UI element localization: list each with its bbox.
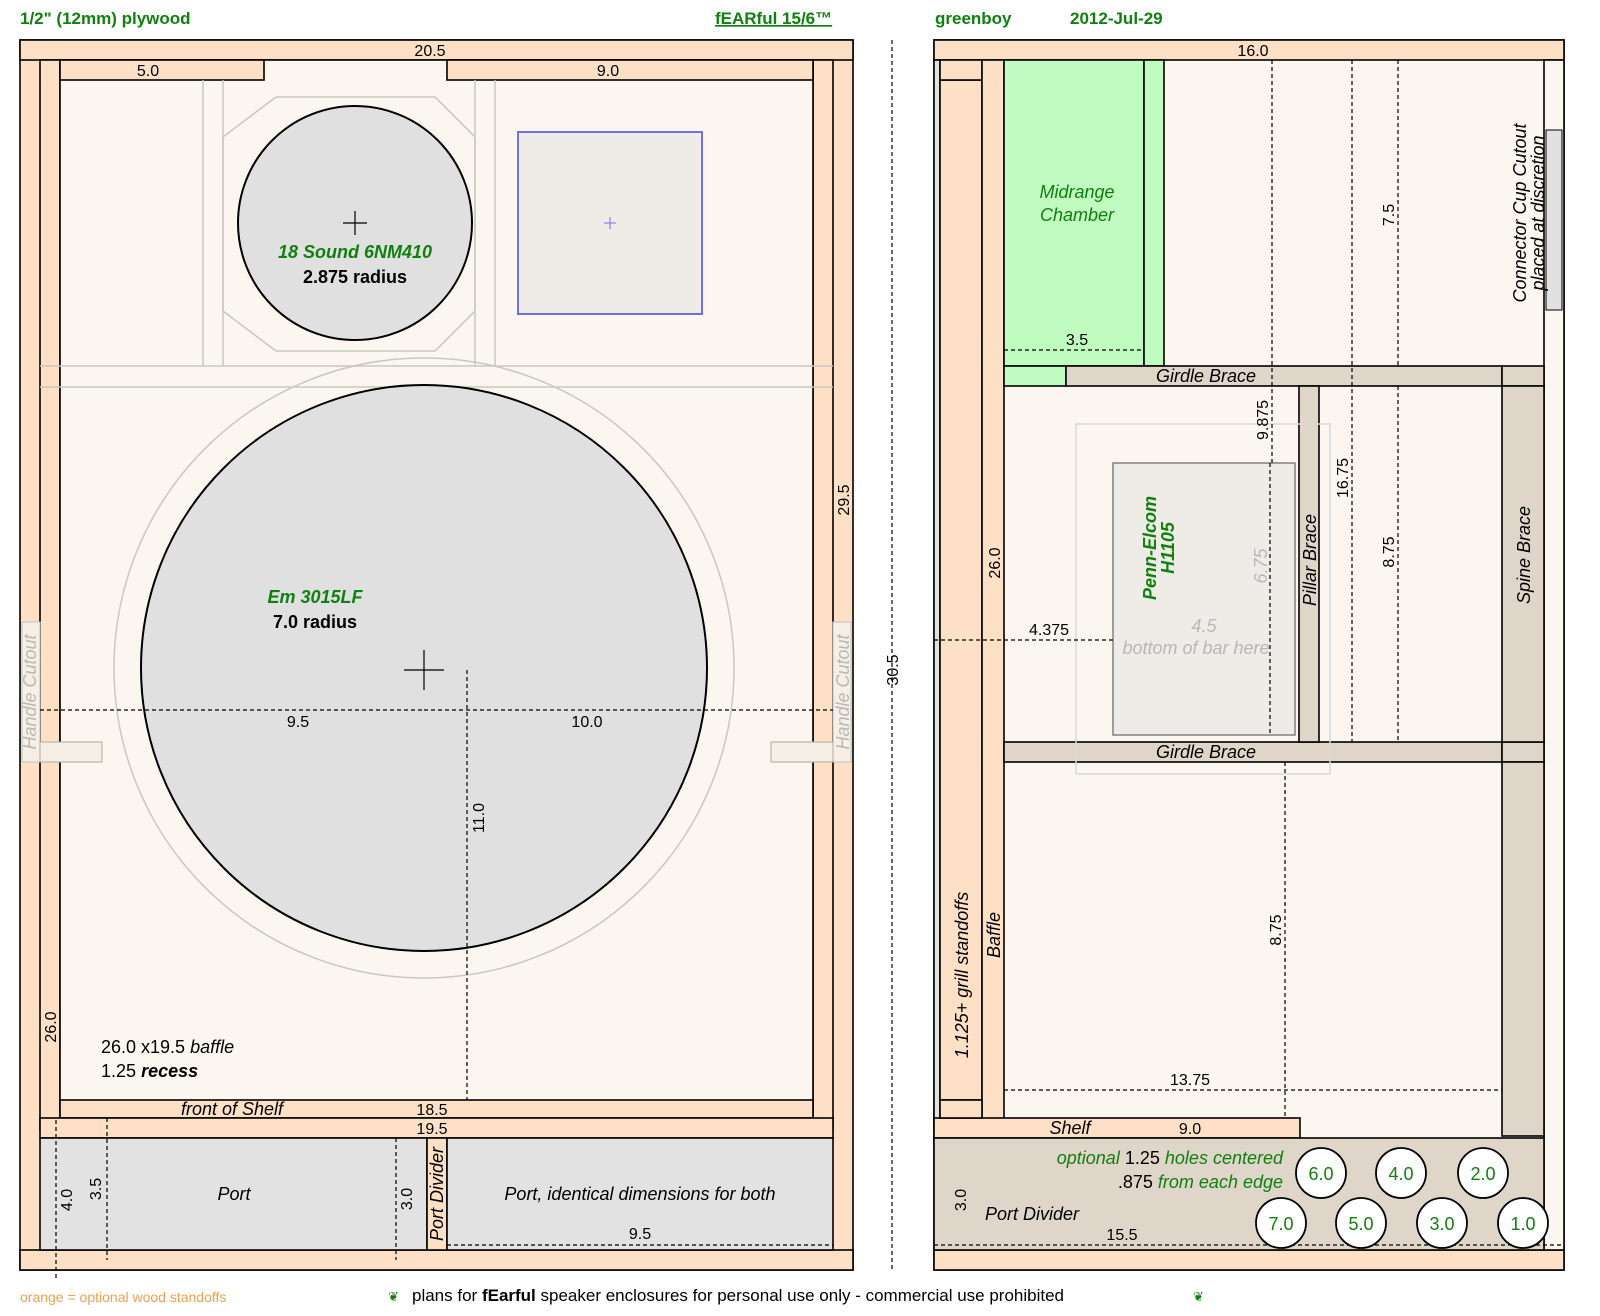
dim-15-5: 15.5: [1106, 1227, 1137, 1244]
dim-4-5: 4.5: [1191, 616, 1217, 636]
handle-slot-right: [770, 741, 834, 763]
midrange-chamber-floor: [1003, 365, 1067, 387]
connector-cup: [1545, 129, 1563, 311]
port-hole-label: 7.0: [1268, 1214, 1293, 1234]
leaf-icon-left: ❦: [388, 1289, 399, 1304]
side-baffle: [981, 59, 1005, 1121]
girdle-brace-bottom-label: Girdle Brace: [1156, 742, 1256, 762]
handle-cutout-left-label: Handle Cutout: [20, 633, 40, 749]
midrange-driver-name: 18 Sound 6NM410: [278, 242, 432, 262]
dim-3: 3.0: [399, 1188, 416, 1210]
baffle-size-note: 26.0 x19.5 baffle: [101, 1037, 234, 1057]
port-hole-label: 5.0: [1348, 1214, 1373, 1234]
dim-port-width: 9.5: [629, 1226, 651, 1243]
dim-29-5: 29.5: [836, 484, 853, 515]
dim-18-5: 18.5: [416, 1102, 447, 1119]
bar-note: bottom of bar here: [1122, 638, 1269, 658]
connector-cup-label: Connector Cup Cutout: [1510, 122, 1530, 302]
dim-5: 5.0: [137, 63, 159, 80]
grill-edge: [933, 59, 941, 1131]
port-hole-label: 4.0: [1388, 1164, 1413, 1184]
grill-standoffs-label: 1.125+ grill standoffs: [952, 892, 972, 1059]
holes-note-line-1: optional 1.25 holes centered: [1057, 1148, 1284, 1168]
horn-name-2: H1105: [1158, 521, 1178, 574]
port-left-label: Port: [217, 1184, 251, 1204]
footer-notice: plans for fEarful speaker enclosures for…: [412, 1286, 1064, 1305]
woofer-name: Em 3015LF: [267, 587, 363, 607]
material-label: 1/2" (12mm) plywood: [20, 9, 191, 28]
side-view: Baffle 1.125+ grill standoffs 26.0 Midra…: [933, 39, 1565, 1271]
leaf-icon-right: ❦: [1193, 1289, 1204, 1304]
port-hole-label: 2.0: [1470, 1164, 1495, 1184]
side-shelf: [933, 1117, 1301, 1139]
legend-note: orange = optional wood standoffs: [20, 1289, 226, 1305]
side-bottom-panel: [933, 1249, 1565, 1271]
grill-standoff-top: [939, 59, 983, 81]
dim-8-75-top: 8.75: [1381, 536, 1398, 567]
girdle-brace-bottom-end: [1501, 741, 1545, 763]
port-right-label: Port, identical dimensions for both: [504, 1184, 775, 1204]
dim-8-75-bottom: 8.75: [1268, 914, 1285, 945]
midrange-chamber-label-1: Midrange: [1039, 182, 1114, 202]
dim-4-375: 4.375: [1029, 622, 1069, 639]
dim-3-side: 3.0: [953, 1189, 970, 1211]
dim-30-5: 30.5: [885, 654, 902, 685]
dim-3-5-side: 3.5: [1066, 332, 1088, 349]
port-divider-label: Port Divider: [427, 1146, 447, 1241]
dim-13-75: 13.75: [1170, 1072, 1210, 1089]
front-of-shelf-label: front of Shelf: [181, 1099, 285, 1119]
top-block-5: [59, 59, 265, 81]
dim-4: 4.0: [59, 1189, 76, 1211]
dim-16-75: 16.75: [1335, 458, 1352, 498]
handle-slot-left: [39, 741, 103, 763]
girdle-brace-top-end: [1501, 365, 1545, 387]
midrange-radius: 2.875 radius: [303, 267, 407, 287]
dim-20-5: 20.5: [414, 43, 445, 60]
holes-note-line-2: .875 from each edge: [1118, 1172, 1283, 1192]
dim-9: 9.0: [597, 63, 619, 80]
dim-16: 16.0: [1237, 43, 1268, 60]
side-port-divider-label: Port Divider: [985, 1204, 1080, 1224]
midrange-chamber-wall: [1143, 59, 1165, 367]
front-view: Handle Cutout Handle Cutout 18 Sound 6NM…: [19, 39, 854, 1280]
spine-brace-label: Spine Brace: [1514, 506, 1534, 604]
connector-cup-note: placed at discretion: [1528, 135, 1548, 291]
girdle-brace-top: [1065, 365, 1503, 387]
dim-6-75: 6.75: [1251, 548, 1271, 584]
front-right-standoff: [812, 59, 834, 1131]
date-label: 2012-Jul-29: [1070, 9, 1163, 28]
dim-19-5: 19.5: [416, 1121, 447, 1138]
top-block-9: [446, 59, 814, 81]
plan-title: fEARful 15/6™: [715, 9, 832, 28]
woofer-radius: 7.0 radius: [273, 612, 357, 632]
midrange-chamber-label-2: Chamber: [1040, 205, 1115, 225]
recess-note: 1.25 recess: [101, 1061, 198, 1081]
author-label: greenboy: [935, 9, 1012, 28]
handle-cutout-right-label: Handle Cutout: [833, 633, 853, 749]
dim-10: 10.0: [571, 714, 602, 731]
shelf-label: Shelf: [1049, 1118, 1092, 1138]
dim-26-side: 26.0: [987, 547, 1004, 578]
speaker-plan-drawing: 1/2" (12mm) plywood fEARful 15/6™ greenb…: [19, 9, 1565, 1305]
spine-brace-lower: [1501, 761, 1545, 1137]
port-hole-label: 1.0: [1510, 1214, 1535, 1234]
dim-3-5: 3.5: [88, 1178, 105, 1200]
port-hole-label: 3.0: [1429, 1214, 1454, 1234]
front-left-standoff: [39, 59, 61, 1131]
pillar-brace-label: Pillar Brace: [1300, 514, 1320, 606]
horn-name-1: Penn-Elcom: [1140, 496, 1160, 600]
girdle-brace-top-label: Girdle Brace: [1156, 366, 1256, 386]
dim-7-5: 7.5: [1381, 204, 1398, 226]
dim-9-5: 9.5: [287, 714, 309, 731]
port-hole-label: 6.0: [1308, 1164, 1333, 1184]
dim-11: 11.0: [471, 803, 488, 833]
front-bottom-panel: [19, 1249, 854, 1271]
dim-9-side: 9.0: [1179, 1121, 1201, 1138]
baffle-label: Baffle: [984, 912, 1004, 958]
dim-9-875: 9.875: [1255, 400, 1272, 440]
side-shelf-standoff: [939, 1099, 983, 1119]
dim-26: 26.0: [43, 1011, 60, 1042]
